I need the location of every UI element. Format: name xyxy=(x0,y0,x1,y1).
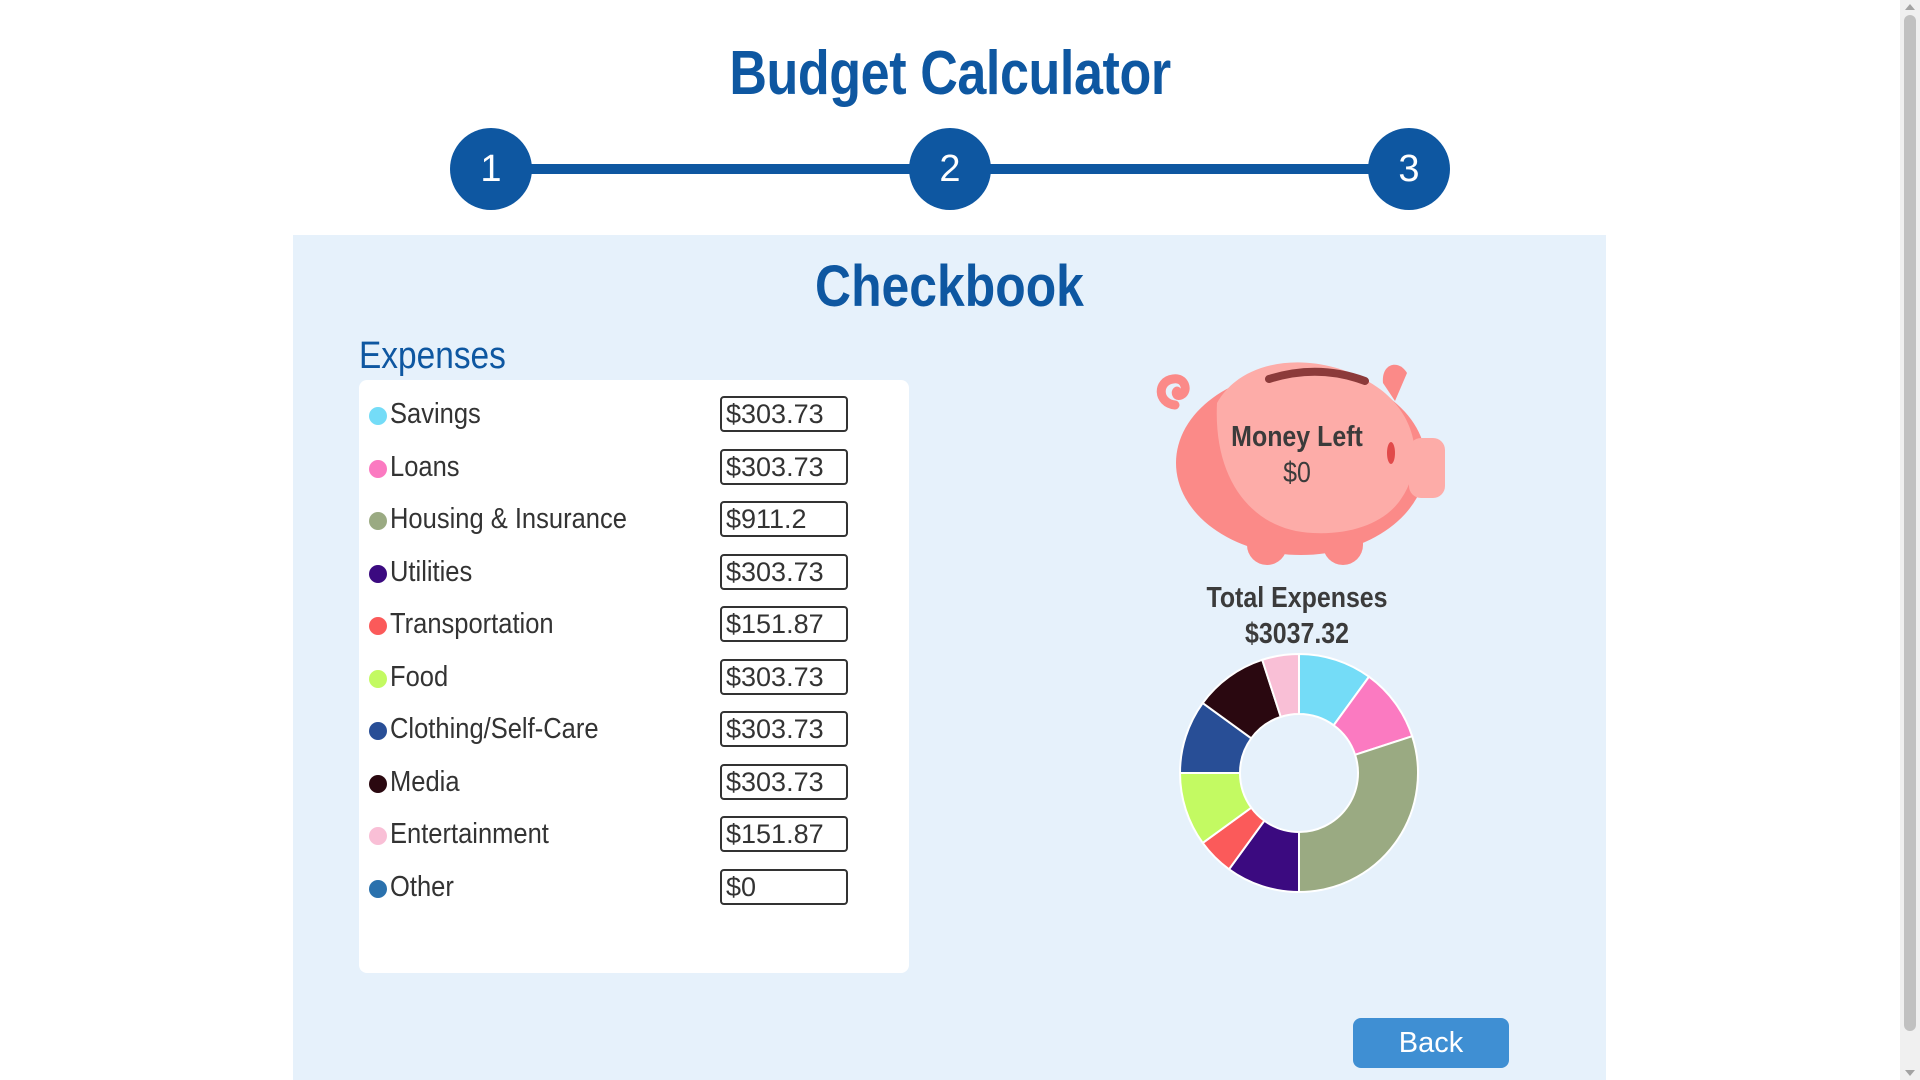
scroll-up-icon[interactable] xyxy=(1905,4,1915,10)
media-amount-input[interactable] xyxy=(720,764,848,800)
expense-label-entertainment: Entertainment xyxy=(390,818,549,850)
expense-label-utilities: Utilities xyxy=(390,556,473,588)
entertainment-amount-input[interactable] xyxy=(720,816,848,852)
expenses-heading: Expenses xyxy=(359,335,506,377)
expense-label-other: Other xyxy=(390,871,454,903)
step-connector-2-3 xyxy=(980,164,1400,174)
expense-label-transportation: Transportation xyxy=(390,608,554,640)
scroll-down-icon[interactable] xyxy=(1905,1070,1915,1076)
expenses-donut-chart xyxy=(1179,653,1419,893)
total-expenses-label: Total Expenses xyxy=(1206,582,1388,614)
expense-label-loans: Loans xyxy=(390,451,460,483)
back-button[interactable]: Back xyxy=(1353,1018,1509,1068)
expense-row-housing: Housing & Insurance xyxy=(359,501,909,543)
step-2[interactable]: 2 xyxy=(909,128,991,210)
housing-color-dot xyxy=(369,512,387,530)
expense-label-savings: Savings xyxy=(390,398,481,430)
expense-label-media: Media xyxy=(390,766,460,798)
expense-row-savings: Savings xyxy=(359,396,909,438)
step-1[interactable]: 1 xyxy=(450,128,532,210)
expense-row-clothing: Clothing/Self-Care xyxy=(359,711,909,753)
step-3[interactable]: 3 xyxy=(1368,128,1450,210)
transportation-color-dot xyxy=(369,617,387,635)
expense-row-entertainment: Entertainment xyxy=(359,816,909,858)
expense-row-loans: Loans xyxy=(359,449,909,491)
entertainment-color-dot xyxy=(369,827,387,845)
other-color-dot xyxy=(369,880,387,898)
budget-calculator-page: Budget Calculator 1 2 3 Checkbook Expens… xyxy=(0,0,1920,1080)
savings-amount-input[interactable] xyxy=(720,396,848,432)
savings-color-dot xyxy=(369,407,387,425)
checkbook-panel: Checkbook Expenses Savings Loans Housing… xyxy=(293,235,1606,1080)
clothing-amount-input[interactable] xyxy=(720,711,848,747)
progress-stepper: 1 2 3 xyxy=(450,128,1450,210)
scrollbar-thumb[interactable] xyxy=(1904,15,1916,1031)
step-connector-1-2 xyxy=(520,164,940,174)
vertical-scrollbar[interactable] xyxy=(1900,0,1920,1080)
total-expenses-value: $3037.32 xyxy=(1244,618,1350,650)
expense-label-food: Food xyxy=(390,661,449,693)
section-title: Checkbook xyxy=(815,254,1084,319)
expense-row-utilities: Utilities xyxy=(359,554,909,596)
expense-row-media: Media xyxy=(359,764,909,806)
expense-row-transportation: Transportation xyxy=(359,606,909,648)
utilities-amount-input[interactable] xyxy=(720,554,848,590)
loans-color-dot xyxy=(369,460,387,478)
expenses-list: Savings Loans Housing & Insurance Utilit… xyxy=(359,380,909,973)
money-left-label: Money Left xyxy=(1231,421,1363,453)
loans-amount-input[interactable] xyxy=(720,449,848,485)
expense-row-other: Other xyxy=(359,869,909,911)
donut-slice-housing-insurance xyxy=(1298,734,1419,893)
food-color-dot xyxy=(369,670,387,688)
expense-label-housing: Housing & Insurance xyxy=(390,503,627,535)
media-color-dot xyxy=(369,775,387,793)
app-title: Budget Calculator xyxy=(729,39,1171,108)
housing-amount-input[interactable] xyxy=(720,501,848,537)
transportation-amount-input[interactable] xyxy=(720,606,848,642)
food-amount-input[interactable] xyxy=(720,659,848,695)
other-amount-input[interactable] xyxy=(720,869,848,905)
expense-label-clothing: Clothing/Self-Care xyxy=(390,713,599,745)
clothing-color-dot xyxy=(369,722,387,740)
expense-row-food: Food xyxy=(359,659,909,701)
money-left-value: $0 xyxy=(1283,457,1311,489)
utilities-color-dot xyxy=(369,565,387,583)
